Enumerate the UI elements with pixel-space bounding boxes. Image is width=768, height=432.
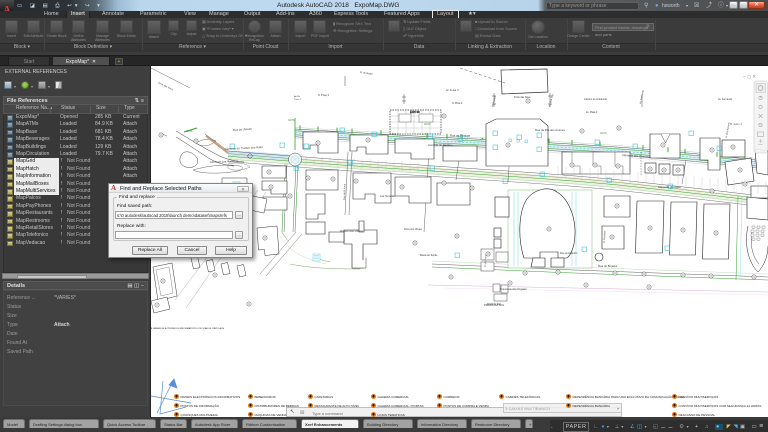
- svg-text:Rua de Evandro: Rua de Evandro: [560, 252, 578, 255]
- svg-text:M. Eden 4: M. Eden 4: [730, 122, 742, 126]
- svg-text:N. P.beq 4: N. P.beq 4: [318, 94, 330, 97]
- svg-text:Rossio dos Olivais: Rossio dos Olivais: [340, 229, 364, 233]
- svg-text:Avenida do Pacifico: Avenida do Pacifico: [428, 143, 453, 147]
- svg-text:– ▢ ✕: – ▢ ✕: [743, 74, 756, 79]
- svg-text:GDS: GDS: [186, 129, 193, 133]
- svg-text:R. Pavilhao: R. Pavilhao: [603, 230, 606, 243]
- svg-text:Alameda das Rosetum: Alameda das Rosetum: [210, 159, 239, 164]
- svg-text:Rua de Ulisses: Rua de Ulisses: [233, 127, 253, 132]
- svg-text:N. Pista 4: N. Pista 4: [452, 102, 463, 105]
- svg-text:Doca das Naus: Doca das Naus: [158, 81, 175, 91]
- svg-text:Doca dos Olivais: Doca dos Olivais: [404, 228, 423, 231]
- svg-text:GDS: GDS: [600, 131, 607, 135]
- svg-text:GDS: GDS: [288, 118, 295, 122]
- svg-text:EXPO 98: EXPO 98: [410, 112, 420, 114]
- svg-text:Av. Plata 4: Av. Plata 4: [586, 111, 598, 114]
- svg-text:Rua de B.Aires: Rua de B.Aires: [343, 183, 347, 200]
- svg-text:MARLIN 904: MARLIN 904: [487, 303, 501, 306]
- svg-text:Porto das Naus: Porto das Naus: [514, 96, 531, 99]
- svg-text:GDS: GDS: [424, 122, 431, 126]
- svg-text:Av. D.Joa. II: Av. D.Joa. II: [446, 89, 459, 92]
- svg-text:Av.Pte: Av.Pte: [294, 95, 301, 98]
- svg-text:Av. Boa Esp: Av. Boa Esp: [548, 93, 554, 107]
- svg-text:Alameda del Agua: Alameda del Agua: [658, 185, 681, 189]
- svg-text:NOTA: PAINEIS ELECTRONICOS INF: NOTA: PAINEIS ELECTRONICOS INFORMATIVOS …: [146, 327, 225, 330]
- svg-text:Rua do Bojador: Rua do Bojador: [598, 264, 618, 268]
- svg-text:Las Tentadas: Las Tentadas: [380, 194, 396, 198]
- svg-text:Alameda do Tranten dos Ralta: Alameda do Tranten dos Ralta: [225, 145, 263, 151]
- svg-text:R. da Prata: R. da Prata: [484, 254, 487, 267]
- svg-text:Rua da Ilha dos Amores: Rua da Ilha dos Amores: [535, 128, 565, 132]
- svg-text:Av. Fernando: Av. Fernando: [718, 98, 733, 101]
- svg-text:Bacia del Tejolte: Bacia del Tejolte: [420, 254, 438, 257]
- svg-text:Rua da Pimenta: Rua da Pimenta: [450, 134, 471, 138]
- svg-text:Camino de Academia: Camino de Academia: [584, 98, 607, 101]
- svg-text:R. do Bojad: R. do Bojad: [360, 71, 373, 76]
- svg-text:Zona 2: Zona 2: [294, 99, 302, 101]
- svg-text:Travessa dos Pegaso: Travessa dos Pegaso: [500, 287, 527, 291]
